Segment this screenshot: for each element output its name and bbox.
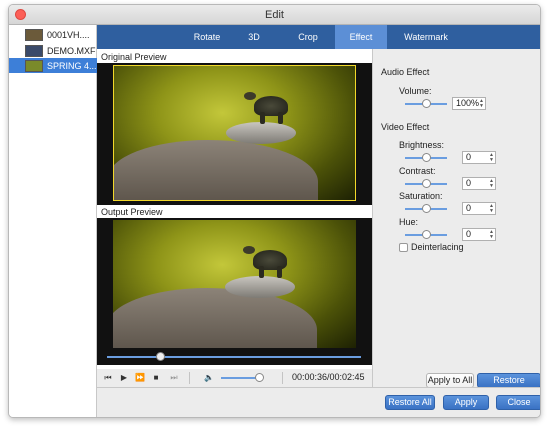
skip-back-icon[interactable]: ⏮: [102, 372, 114, 384]
speaker-icon[interactable]: 🔈: [203, 372, 215, 384]
divider: [282, 372, 283, 384]
skip-forward-icon[interactable]: ⏭: [168, 372, 180, 384]
restore-defaults-button[interactable]: Restore Defaults: [477, 373, 540, 398]
turtle-leg: [277, 266, 282, 278]
tab-effect[interactable]: Effect: [335, 25, 387, 49]
file-thumbnail: [25, 28, 43, 41]
tab-bar: Rotate 3D Crop Effect Watermark: [97, 25, 540, 49]
original-preview: [97, 63, 372, 205]
contrast-label: Contrast:: [399, 166, 436, 176]
title-bar: Edit: [9, 5, 540, 25]
original-preview-label: Original Preview: [101, 52, 167, 62]
tab-rotate[interactable]: Rotate: [181, 25, 233, 49]
file-thumbnail: [25, 59, 43, 72]
contrast-value: 0: [466, 178, 472, 188]
contrast-stepper[interactable]: 0 ▲ ▼: [462, 177, 496, 190]
restore-all-button[interactable]: Restore All: [385, 395, 435, 410]
brightness-stepper[interactable]: 0 ▲ ▼: [462, 151, 496, 164]
volume-label: Volume:: [399, 86, 432, 96]
saturation-stepper[interactable]: 0 ▲ ▼: [462, 202, 496, 215]
play-icon[interactable]: ▶: [118, 372, 130, 384]
effect-panel: Audio Effect Volume: 100% ▲ ▼ Video Effec…: [372, 49, 540, 398]
volume-value: 100%: [456, 98, 480, 108]
hue-value: 0: [466, 229, 472, 239]
turtle-leg: [278, 112, 283, 124]
seek-handle[interactable]: [156, 352, 166, 361]
stepper-arrows-icon[interactable]: ▲ ▼: [489, 230, 494, 240]
hue-stepper[interactable]: 0 ▲ ▼: [462, 228, 496, 241]
video-effect-title: Video Effect: [381, 122, 430, 132]
preview-area: Original Preview Output Preview ⏮ ▶ ⏩ ■ …: [97, 49, 372, 387]
deinterlacing-checkbox[interactable]: [399, 243, 408, 252]
time-readout: 00:00:36/00:02:45: [292, 372, 365, 382]
hue-label: Hue:: [399, 217, 419, 227]
turtle-leg: [259, 266, 264, 278]
apply-to-all-button[interactable]: Apply to All: [426, 373, 474, 388]
hue-handle[interactable]: [422, 230, 431, 239]
saturation-label: Saturation:: [399, 191, 443, 201]
file-name: 0001VH....: [47, 29, 90, 40]
file-thumbnail: [25, 44, 43, 57]
volume-handle[interactable]: [254, 373, 264, 382]
seek-bar[interactable]: [97, 349, 372, 365]
stepper-arrows-icon[interactable]: ▲ ▼: [489, 204, 494, 214]
stepper-arrows-icon[interactable]: ▲ ▼: [479, 99, 484, 109]
audio-volume-handle[interactable]: [422, 99, 431, 108]
file-item-0001vh[interactable]: 0001VH....: [9, 27, 97, 42]
playback-controls: ⏮ ▶ ⏩ ■ ⏭ 🔈 00:00:36/00:02:45: [97, 369, 372, 387]
file-list: 0001VH.... DEMO.MXF SPRING 4...: [9, 25, 97, 417]
audio-effect-title: Audio Effect: [381, 67, 430, 77]
apply-button[interactable]: Apply: [443, 395, 489, 410]
file-name: SPRING 4...: [47, 60, 97, 71]
tab-crop[interactable]: Crop: [283, 25, 333, 49]
output-video-frame: [113, 220, 356, 348]
file-name: DEMO.MXF: [47, 45, 96, 56]
output-preview: [97, 218, 372, 349]
saturation-value: 0: [466, 203, 472, 213]
stepper-arrows-icon[interactable]: ▲ ▼: [489, 153, 494, 163]
turtle-leg: [260, 112, 265, 124]
divider: [189, 372, 190, 384]
brightness-label: Brightness:: [399, 140, 445, 150]
volume-stepper[interactable]: 100% ▲ ▼: [452, 97, 486, 110]
output-preview-label: Output Preview: [101, 207, 163, 217]
original-video-frame: [113, 65, 356, 201]
tab-3d[interactable]: 3D: [237, 25, 271, 49]
fast-forward-icon[interactable]: ⏩: [134, 372, 146, 384]
deinterlacing-label: Deinterlacing: [411, 242, 464, 252]
saturation-handle[interactable]: [422, 204, 431, 213]
file-item-spring[interactable]: SPRING 4...: [9, 58, 97, 73]
rock: [226, 122, 296, 144]
window-title: Edit: [265, 9, 284, 21]
brightness-handle[interactable]: [422, 153, 431, 162]
contrast-handle[interactable]: [422, 179, 431, 188]
file-item-demo[interactable]: DEMO.MXF: [9, 43, 97, 58]
turtle-head: [244, 92, 256, 100]
edit-window: Edit 0001VH.... DEMO.MXF SPRING 4... Rot…: [8, 4, 541, 418]
stop-icon[interactable]: ■: [150, 372, 162, 384]
close-button[interactable]: Close: [496, 395, 540, 410]
turtle-head: [243, 246, 255, 254]
tab-watermark[interactable]: Watermark: [391, 25, 461, 49]
seek-track[interactable]: [107, 356, 361, 358]
stepper-arrows-icon[interactable]: ▲ ▼: [489, 179, 494, 189]
dialog-footer: Restore All Apply Close: [97, 387, 540, 417]
brightness-value: 0: [466, 152, 472, 162]
rock: [225, 276, 295, 298]
